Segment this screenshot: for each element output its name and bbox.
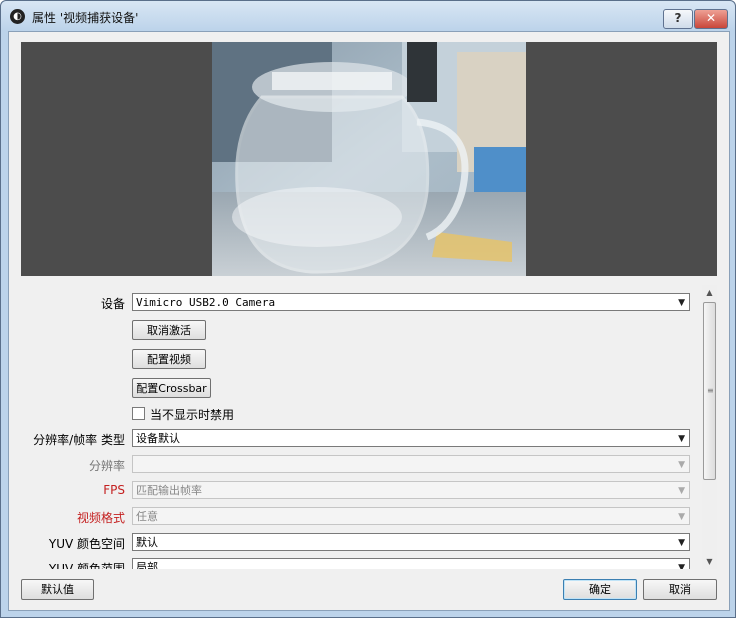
configure-crossbar-button[interactable]: 配置Crossbar — [132, 378, 211, 398]
camera-feed-image — [212, 42, 526, 276]
chevron-down-icon: ▼ — [678, 434, 685, 444]
res-fps-type-combo[interactable]: 设备默认 ▼ — [132, 429, 690, 447]
yuv-color-range-label: YUV 颜色范围 — [48, 562, 125, 569]
deactivate-when-hidden-checkbox[interactable] — [132, 407, 145, 420]
dialog-title: 属性 '视频捕获设备' — [32, 11, 139, 25]
video-preview — [21, 42, 717, 276]
grip-icon: ≡ — [707, 386, 714, 395]
resolution-combo[interactable]: ▼ — [132, 455, 690, 473]
resolution-label: 分辨率 — [88, 459, 125, 473]
chevron-down-icon: ▼ — [678, 486, 685, 496]
title-bar[interactable]: ◐ 属性 '视频捕获设备' ? ✕ — [1, 1, 735, 31]
scroll-down-arrow-icon[interactable]: ▼ — [702, 554, 717, 569]
fps-combo[interactable]: 匹配输出帧率 ▼ — [132, 481, 690, 499]
defaults-button[interactable]: 默认值 — [21, 579, 94, 600]
chevron-down-icon: ▼ — [678, 563, 685, 569]
cancel-button[interactable]: 取消 — [643, 579, 717, 600]
video-format-combo[interactable]: 任意 ▼ — [132, 507, 690, 525]
fps-label: FPS — [103, 483, 125, 497]
chevron-down-icon: ▼ — [678, 460, 685, 470]
video-format-label: 视频格式 — [76, 511, 125, 525]
properties-dialog: ◐ 属性 '视频捕获设备' ? ✕ 设备 Vimicro USB2.0 Came… — [0, 0, 736, 618]
yuv-color-range-combo[interactable]: 局部 ▼ — [132, 558, 690, 569]
device-label: 设备 — [100, 297, 125, 311]
ok-button[interactable]: 确定 — [563, 579, 637, 600]
close-button[interactable]: ✕ — [694, 9, 728, 29]
res-fps-type-value: 设备默认 — [136, 432, 180, 445]
chevron-down-icon: ▼ — [678, 298, 685, 308]
chevron-down-icon: ▼ — [678, 512, 685, 522]
yuv-color-space-combo[interactable]: 默认 ▼ — [132, 533, 690, 551]
yuv-color-space-label: YUV 颜色空间 — [48, 537, 125, 551]
configure-video-button[interactable]: 配置视频 — [132, 349, 206, 369]
vertical-scrollbar[interactable]: ▲ ≡ ▼ — [702, 285, 717, 569]
res-fps-type-label: 分辨率/帧率 类型 — [33, 433, 125, 447]
help-button[interactable]: ? — [663, 9, 693, 29]
properties-list[interactable]: 设备 Vimicro USB2.0 Camera ▼ 取消激活 配置视频 配置C… — [9, 285, 716, 569]
deactivate-when-hidden-label: 当不显示时禁用 — [150, 408, 235, 422]
chevron-down-icon: ▼ — [678, 538, 685, 548]
scroll-up-arrow-icon[interactable]: ▲ — [702, 285, 717, 300]
yuv-color-range-value: 局部 — [136, 561, 158, 569]
video-format-value: 任意 — [136, 510, 158, 523]
scrollbar-thumb[interactable]: ≡ — [703, 302, 716, 480]
deactivate-button[interactable]: 取消激活 — [132, 320, 206, 340]
yuv-color-space-value: 默认 — [136, 536, 158, 549]
fps-value: 匹配输出帧率 — [136, 484, 202, 497]
device-value: Vimicro USB2.0 Camera — [136, 296, 276, 309]
device-combo[interactable]: Vimicro USB2.0 Camera ▼ — [132, 293, 690, 311]
dialog-body: 设备 Vimicro USB2.0 Camera ▼ 取消激活 配置视频 配置C… — [8, 31, 730, 611]
obs-logo-icon: ◐ — [10, 9, 25, 24]
